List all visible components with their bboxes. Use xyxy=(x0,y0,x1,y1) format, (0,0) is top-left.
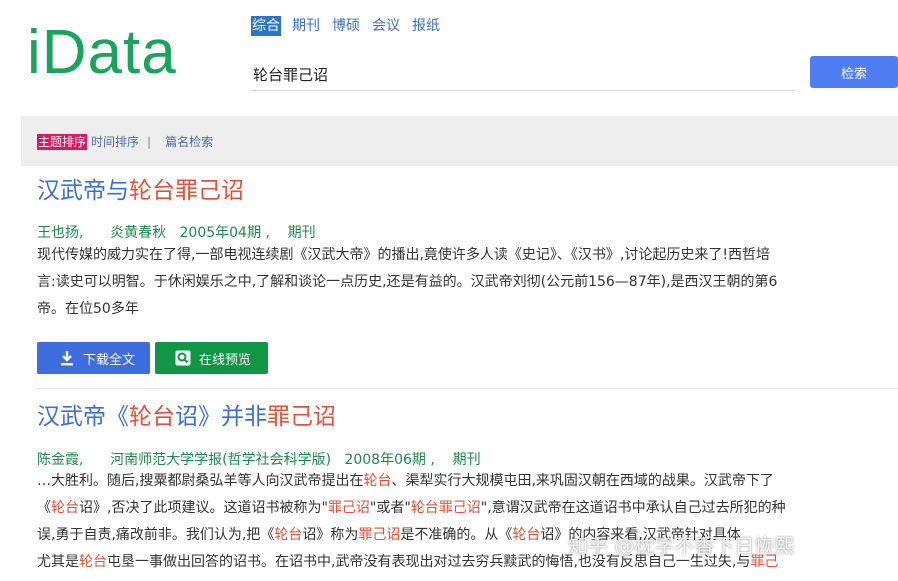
result-type: 期刊 xyxy=(452,452,481,468)
preview-search-icon xyxy=(175,350,191,366)
result-abstract: …大胜利。随后,搜粟都尉桑弘羊等人向汉武帝提出在轮台、渠犁实行大规模屯田,来巩固… xyxy=(37,473,786,570)
search-box xyxy=(251,58,795,91)
result-meta: 王也扬, 炎黄春秋 2005年04期 , 期刊 xyxy=(37,223,898,243)
idata-logo[interactable]: iData xyxy=(27,22,177,84)
search-input[interactable] xyxy=(251,58,795,90)
result-date: 2005年04期 , xyxy=(179,225,270,241)
sort-filter-bar: 主题排序 时间排序 | 篇名检索 xyxy=(21,116,898,166)
category-nav: 综合 期刊 博硕 会议 报纸 xyxy=(251,16,441,36)
sort-by-time[interactable]: 时间排序 xyxy=(91,134,139,150)
result-journal[interactable]: 炎黄春秋 xyxy=(110,225,166,241)
download-icon xyxy=(61,351,73,366)
nav-tab-newspapers[interactable]: 报纸 xyxy=(411,16,441,36)
online-preview-button[interactable]: 在线预览 xyxy=(155,342,268,374)
sort-by-topic[interactable]: 主题排序 xyxy=(37,134,88,150)
zhihu-watermark: 知乎 @枕字不香下日恢熙 xyxy=(568,534,795,558)
result-abstract: 现代传媒的威力实在了得,一部电视连续剧《汉武大帝》的播出,竟使许多人读《史记》、… xyxy=(37,247,778,317)
result-author[interactable]: 陈金霞, xyxy=(37,452,83,468)
result-title[interactable]: 汉武帝《轮台诏》并非罪己诏 xyxy=(37,402,898,432)
result-title[interactable]: 汉武帝与轮台罪己诏 xyxy=(37,176,898,206)
download-full-text-button[interactable]: 下载全文 xyxy=(37,342,150,374)
search-button[interactable]: 检索 xyxy=(810,56,898,88)
result-journal[interactable]: 河南师范大学学报(哲学社会科学版) xyxy=(110,452,331,468)
result-author[interactable]: 王也扬, xyxy=(37,225,83,241)
result-divider xyxy=(37,388,898,389)
result-item: 汉武帝与轮台罪己诏 王也扬, 炎黄春秋 2005年04期 , 期刊 现代传媒的威… xyxy=(37,176,898,374)
filter-separator: | xyxy=(147,135,152,149)
nav-tab-journals[interactable]: 期刊 xyxy=(291,16,321,36)
result-date: 2008年06期 , xyxy=(344,452,435,468)
nav-tab-all[interactable]: 综合 xyxy=(251,16,281,36)
result-type: 期刊 xyxy=(287,225,316,241)
nav-tab-theses[interactable]: 博硕 xyxy=(331,16,361,36)
result-meta: 陈金霞, 河南师范大学学报(哲学社会科学版) 2008年06期 , 期刊 xyxy=(37,450,898,470)
title-search-link[interactable]: 篇名检索 xyxy=(165,134,213,150)
nav-tab-conferences[interactable]: 会议 xyxy=(371,16,401,36)
